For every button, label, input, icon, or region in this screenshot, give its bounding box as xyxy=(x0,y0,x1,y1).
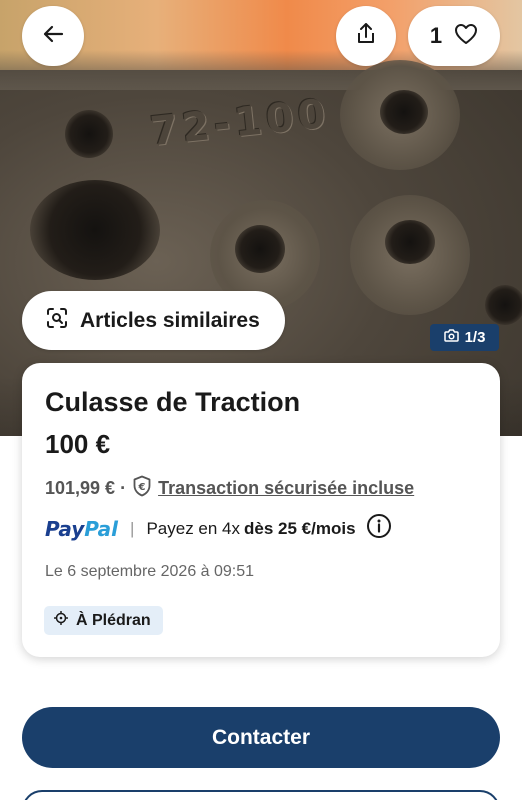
paypal-logo-pal: Pal xyxy=(84,516,119,541)
paypal-installment-amount: dès 25 €/mois xyxy=(244,518,356,538)
info-icon[interactable] xyxy=(366,513,392,544)
arrow-left-icon xyxy=(42,23,64,50)
photo-casting-hole xyxy=(485,285,522,325)
paypal-installment-text: Payez en 4x xyxy=(146,518,241,538)
euro-shield-icon: € xyxy=(132,475,152,502)
location-tag[interactable]: À Plédran xyxy=(44,606,163,635)
share-icon xyxy=(355,22,377,50)
paypal-logo: PayPal xyxy=(45,517,118,541)
paypal-separator: | xyxy=(130,518,135,538)
similar-articles-label: Articles similaires xyxy=(80,308,260,332)
camera-icon xyxy=(443,329,459,346)
photo-casting-hole xyxy=(30,180,160,280)
photo-casting-number: 72-100 xyxy=(148,90,332,156)
photo-counter-text: 1/3 xyxy=(464,329,486,346)
heart-icon xyxy=(454,23,478,50)
contact-button[interactable]: Contacter xyxy=(22,707,500,768)
listing-date: Le 6 septembre 2026 à 09:51 xyxy=(45,563,255,580)
listing-title: Culasse de Traction xyxy=(45,387,301,417)
similar-articles-button[interactable]: Articles similaires xyxy=(22,291,285,350)
paypal-logo-pay: Pay xyxy=(45,516,85,541)
photo-counter-badge: 1/3 xyxy=(430,324,499,351)
back-button[interactable] xyxy=(22,6,84,66)
contact-label: Contacter xyxy=(211,725,311,749)
favorite-button[interactable]: 1 xyxy=(408,6,500,66)
favorites-count: 1 xyxy=(429,23,443,48)
listing-card: Culasse de Traction 100 € 101,99 € · € T… xyxy=(22,363,500,657)
listing-price: 100 € xyxy=(45,429,111,459)
protected-price: 101,99 € · xyxy=(45,478,127,498)
secondary-action-button[interactable] xyxy=(22,790,500,800)
svg-text:€: € xyxy=(138,482,146,493)
secure-transaction-link[interactable]: Transaction sécurisée incluse xyxy=(158,478,414,499)
location-label: À Plédran xyxy=(76,611,151,629)
location-pin-icon xyxy=(53,610,69,630)
photo-casting-hole xyxy=(65,110,113,158)
paypal-installments-row: PayPal | Payez en 4x dès 25 €/mois xyxy=(45,513,392,544)
protection-row: 101,99 € · € Transaction sécurisée inclu… xyxy=(45,475,414,502)
photo-casting-hole xyxy=(235,225,285,273)
photo-casting-hole xyxy=(380,90,428,134)
share-button[interactable] xyxy=(336,6,396,66)
photo-casting-hole xyxy=(385,220,435,264)
visual-search-icon xyxy=(46,307,68,334)
